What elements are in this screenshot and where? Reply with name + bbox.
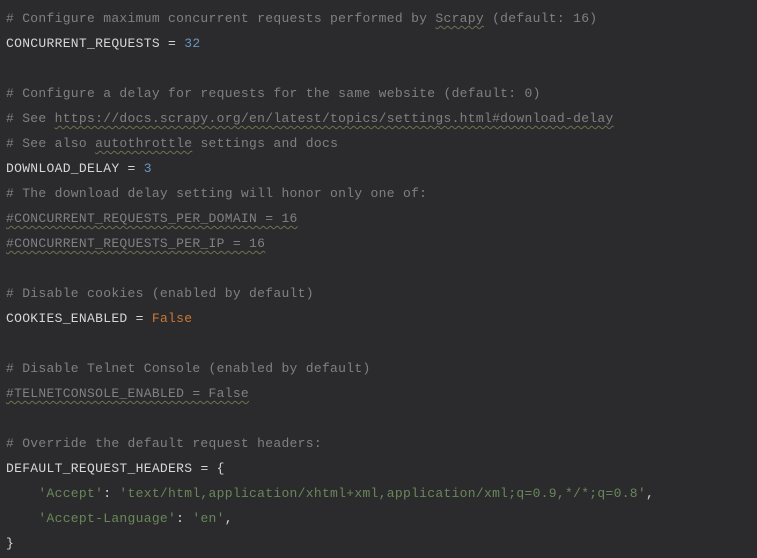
code-line-5: # See https://docs.scrapy.org/en/latest/… [6, 106, 751, 131]
code-line-8: # The download delay setting will honor … [6, 181, 751, 206]
code-line-2: CONCURRENT_REQUESTS = 32 [6, 31, 751, 56]
code-line-19: DEFAULT_REQUEST_HEADERS = { [6, 456, 751, 481]
code-line-21: 'Accept-Language': 'en', [6, 506, 751, 531]
blank-line [6, 256, 751, 281]
colon: : [103, 486, 119, 501]
comment-text: # See also [6, 136, 95, 151]
comment-text: # Override the default request headers: [6, 436, 322, 451]
comment-text: # Configure a delay for requests for the… [6, 86, 541, 101]
indent [6, 486, 38, 501]
colon: : [176, 511, 192, 526]
operator-equals: = [128, 311, 152, 326]
brace-open: { [217, 461, 225, 476]
code-line-22: } [6, 531, 751, 556]
comment-text: settings and docs [192, 136, 338, 151]
code-line-10: #CONCURRENT_REQUESTS_PER_IP = 16 [6, 231, 751, 256]
comment-disabled-setting: #TELNETCONSOLE_ENABLED = False [6, 386, 249, 401]
code-line-20: 'Accept': 'text/html,application/xhtml+x… [6, 481, 751, 506]
string-key-accept: 'Accept' [38, 486, 103, 501]
comment-disabled-setting: #CONCURRENT_REQUESTS_PER_IP = 16 [6, 236, 265, 251]
code-line-9: #CONCURRENT_REQUESTS_PER_DOMAIN = 16 [6, 206, 751, 231]
variable-download-delay: DOWNLOAD_DELAY [6, 161, 119, 176]
comment-url: https://docs.scrapy.org/en/latest/topics… [55, 111, 614, 126]
comment-text: # Configure maximum concurrent requests … [6, 11, 435, 26]
operator-equals: = [119, 161, 143, 176]
code-line-4: # Configure a delay for requests for the… [6, 81, 751, 106]
variable-concurrent-requests: CONCURRENT_REQUESTS [6, 36, 160, 51]
code-line-1: # Configure maximum concurrent requests … [6, 6, 751, 31]
code-line-16: #TELNETCONSOLE_ENABLED = False [6, 381, 751, 406]
code-line-12: # Disable cookies (enabled by default) [6, 281, 751, 306]
comment-word-autothrottle: autothrottle [95, 136, 192, 151]
variable-cookies-enabled: COOKIES_ENABLED [6, 311, 128, 326]
code-line-7: DOWNLOAD_DELAY = 3 [6, 156, 751, 181]
variable-default-request-headers: DEFAULT_REQUEST_HEADERS [6, 461, 192, 476]
brace-close: } [6, 536, 14, 551]
blank-line [6, 331, 751, 356]
code-line-15: # Disable Telnet Console (enabled by def… [6, 356, 751, 381]
comment-text: # The download delay setting will honor … [6, 186, 427, 201]
string-key-accept-language: 'Accept-Language' [38, 511, 176, 526]
number-literal: 3 [144, 161, 152, 176]
code-line-13: COOKIES_ENABLED = False [6, 306, 751, 331]
blank-line [6, 406, 751, 431]
string-value-accept: 'text/html,application/xhtml+xml,applica… [119, 486, 646, 501]
comment-text: # See [6, 111, 55, 126]
code-editor[interactable]: # Configure maximum concurrent requests … [6, 6, 751, 556]
blank-line [6, 56, 751, 81]
comment-text: # Disable Telnet Console (enabled by def… [6, 361, 371, 376]
operator-equals: = [192, 461, 216, 476]
number-literal: 32 [184, 36, 200, 51]
comment-disabled-setting: #CONCURRENT_REQUESTS_PER_DOMAIN = 16 [6, 211, 298, 226]
indent [6, 511, 38, 526]
code-line-18: # Override the default request headers: [6, 431, 751, 456]
comma: , [225, 511, 233, 526]
string-value-accept-language: 'en' [192, 511, 224, 526]
comment-word-scrapy: Scrapy [435, 11, 484, 26]
operator-equals: = [160, 36, 184, 51]
code-line-6: # See also autothrottle settings and doc… [6, 131, 751, 156]
comma: , [646, 486, 654, 501]
keyword-false: False [152, 311, 193, 326]
comment-text: # Disable cookies (enabled by default) [6, 286, 314, 301]
comment-text: (default: 16) [484, 11, 597, 26]
